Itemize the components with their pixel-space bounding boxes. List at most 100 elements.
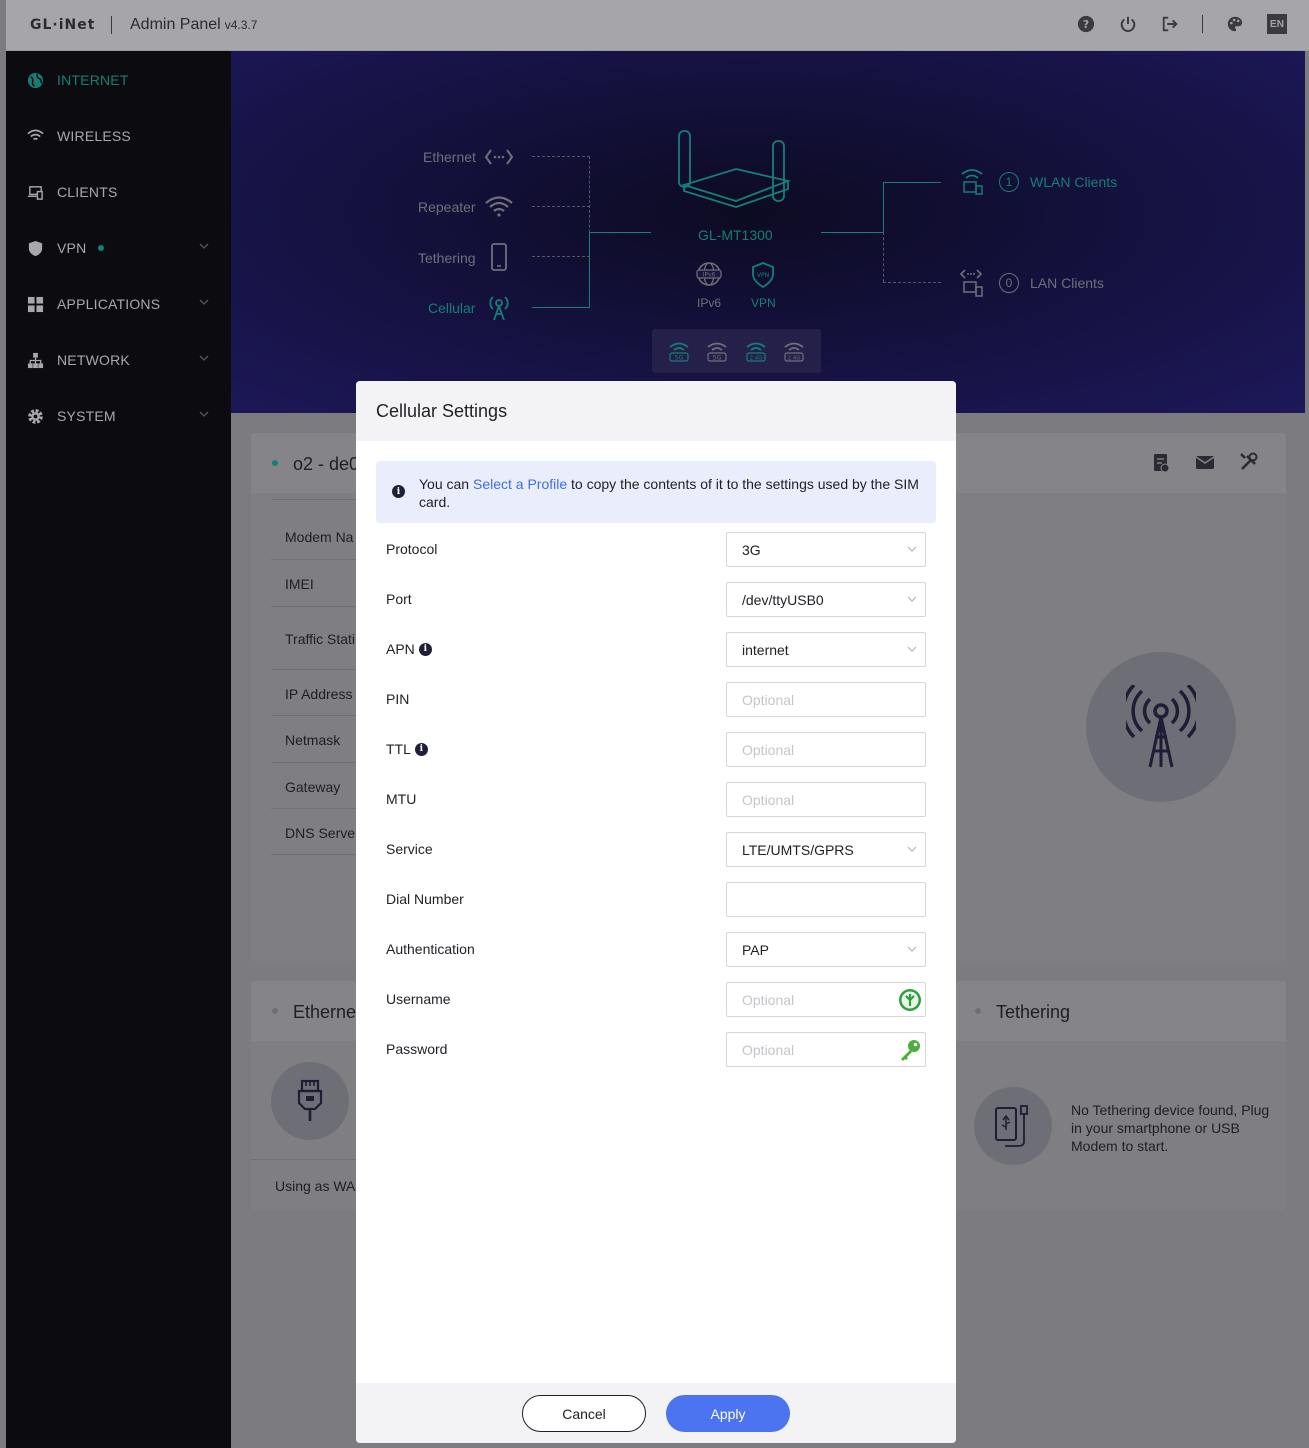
port-select[interactable]: /dev/ttyUSB0 [726,582,926,617]
sidebar-item-internet[interactable]: INTERNET [6,52,231,108]
pin-input[interactable]: Optional [726,682,926,717]
logout-icon[interactable] [1160,14,1180,34]
envelope-icon[interactable] [1195,454,1215,470]
help-icon[interactable]: ? [1076,14,1096,34]
apply-button[interactable]: Apply [666,1395,790,1432]
chevron-down-icon[interactable] [199,297,209,307]
wifi-5g-icon[interactable]: 5G [667,339,691,363]
info-icon[interactable]: i [414,742,428,756]
ipv6-label[interactable]: IPv6 [697,296,721,310]
username-label: Username [386,991,451,1007]
power-icon[interactable] [1118,14,1138,34]
sidebar-item-wireless[interactable]: WIRELESS [6,108,231,164]
chevron-down-icon [907,646,917,652]
authentication-select[interactable]: PAP [726,932,926,967]
wifi-band-label: 2.4G [749,356,762,362]
wlan-clients-label[interactable]: WLAN Clients [1030,174,1117,190]
status-dot [975,1008,981,1014]
apn-select[interactable]: internet [726,632,926,667]
cancel-button[interactable]: Cancel [522,1395,646,1432]
ethernet-usage-text: Using as WA [275,1178,356,1194]
pin-placeholder: Optional [742,691,795,708]
info-icon[interactable]: i [418,642,432,656]
sidebar-item-label: WIRELESS [57,128,131,144]
cell-tower-badge [1086,652,1236,802]
info-icon: i [392,485,405,498]
svg-text:?: ? [1083,18,1089,31]
sidebar-item-label: APPLICATIONS [57,296,161,312]
tools-icon[interactable] [1239,452,1259,472]
divider [271,606,361,607]
sidebar-item-vpn[interactable]: VPN [6,220,231,276]
password-label: Password [386,1041,447,1057]
wlan-bus-line [883,182,884,233]
top-divider [1202,15,1203,33]
sidebar-item-network[interactable]: NETWORK [6,332,231,388]
globe-icon [26,71,44,89]
lan-clients-label[interactable]: LAN Clients [1030,275,1104,291]
cellular-label[interactable]: Cellular [428,300,475,316]
ethernet-label[interactable]: Ethernet [423,149,476,165]
wifi-24g-icon[interactable]: 2.4G [744,339,768,363]
gear-icon [26,407,44,425]
chevron-down-icon[interactable] [199,409,209,419]
shield-icon [26,239,44,257]
username-input[interactable]: Optional [726,982,926,1017]
device-model-label[interactable]: GL-MT1300 [698,227,773,243]
ttl-input[interactable]: Optional [726,732,926,767]
tethering-label[interactable]: Tethering [418,250,476,266]
brand-logo[interactable]: GL·iNet [30,17,95,33]
dial-number-input[interactable] [726,882,926,917]
wifi-band-label: 5G [675,355,684,362]
title-divider [111,16,112,34]
vpn-label[interactable]: VPN [751,296,776,310]
sms-log-icon[interactable] [1152,453,1170,473]
app-version: v4.3.7 [224,18,258,32]
username-label-text: Username [386,991,451,1007]
repeater-label[interactable]: Repeater [418,199,476,215]
divider [271,762,361,763]
protocol-select[interactable]: 3G [726,532,926,567]
sidebar-item-applications[interactable]: APPLICATIONS [6,276,231,332]
service-value: LTE/UMTS/GPRS [742,841,854,858]
mtu-label-text: MTU [386,791,417,807]
wifi-5g-guest-icon[interactable]: 5G [705,339,729,363]
tethering-badge [974,1087,1052,1165]
wifi-24g-guest-icon[interactable]: 2.4G [782,339,806,363]
password-placeholder: Optional [742,1041,795,1058]
dialog-footer: Cancel Apply [356,1383,956,1443]
apps-grid-icon [26,295,44,313]
service-select[interactable]: LTE/UMTS/GPRS [726,832,926,867]
info-label: DNS Server [285,825,360,841]
cellular-settings-dialog: Cellular Settings i You can Select a Pro… [356,381,956,1443]
select-profile-link[interactable]: Select a Profile [473,476,567,492]
password-input[interactable]: Optional [726,1032,926,1067]
mtu-input[interactable]: Optional [726,782,926,817]
divider [271,854,361,855]
info-label: Traffic Stati [285,631,356,647]
chevron-down-icon [907,596,917,602]
cellular-tower-icon [489,296,509,321]
chevron-down-icon[interactable] [199,241,209,251]
port-value: /dev/ttyUSB0 [742,591,824,608]
language-switch[interactable]: EN [1267,14,1287,34]
app-title: Admin Panel v4.3.7 [130,16,257,34]
sidebar-item-label: INTERNET [57,72,129,88]
chevron-down-icon[interactable] [199,353,209,363]
sidebar-item-system[interactable]: SYSTEM [6,388,231,444]
theme-palette-icon[interactable] [1225,14,1245,34]
sidebar-item-clients[interactable]: CLIENTS [6,164,231,220]
profile-notice: i You can Select a Profile to copy the c… [376,461,936,523]
network-topology-banner: Ethernet Repeater Tethering Cellular GL-… [231,51,1305,413]
notice-text-pre: You can [419,476,473,492]
divider [271,669,361,670]
wifi-band-status: 5G 5G 2.4G 2.4G [652,329,821,373]
key-icon[interactable] [898,1038,922,1062]
lan-link-line [883,282,941,283]
ethernet-link-line [532,156,590,157]
network-tree-icon [26,351,44,369]
password-manager-icon[interactable] [898,988,922,1012]
wlan-client-count: 1 [999,172,1019,192]
status-dot [272,1008,278,1014]
sidebar-item-label: VPN [57,240,87,256]
